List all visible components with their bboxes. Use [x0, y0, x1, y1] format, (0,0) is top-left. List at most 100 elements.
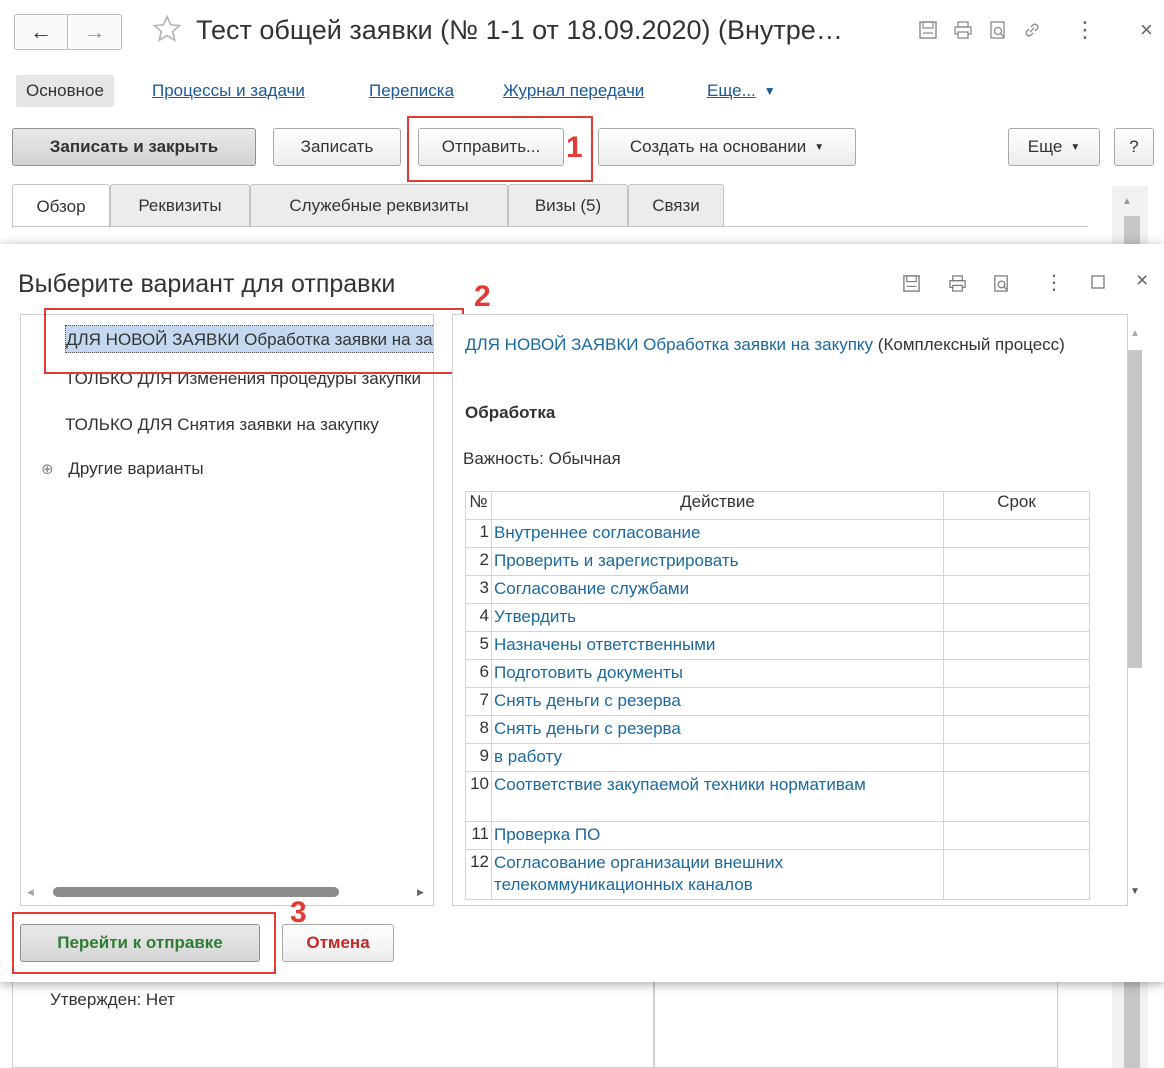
- expand-icon[interactable]: ⊕: [41, 461, 54, 478]
- scroll-down-icon[interactable]: ▼: [1130, 886, 1140, 897]
- table-row: 2 Проверить и зарегистрировать: [465, 547, 1090, 576]
- close-window-icon[interactable]: ×: [1140, 19, 1153, 41]
- variants-list[interactable]: ДЛЯ НОВОЙ ЗАЯВКИ Обработка заявки на зак…: [20, 314, 434, 906]
- subnav-main[interactable]: Основное: [16, 75, 114, 107]
- scroll-left-icon[interactable]: ◀: [27, 887, 34, 898]
- scroll-up-icon[interactable]: ▲: [1122, 196, 1132, 207]
- forward-button[interactable]: →: [68, 14, 122, 50]
- link-icon[interactable]: [1022, 20, 1042, 40]
- table-header-row: № Действие Срок: [465, 491, 1090, 520]
- create-based-on-label: Создать на основании: [629, 137, 807, 156]
- process-link[interactable]: ДЛЯ НОВОЙ ЗАЯВКИ Обработка заявки на зак…: [465, 335, 873, 354]
- cancel-label: Отмена: [306, 933, 370, 952]
- create-based-on-button[interactable]: Создать на основании ▼: [598, 128, 856, 166]
- row-term: [943, 659, 1090, 688]
- row-number: 8: [465, 715, 492, 744]
- subnav-correspondence[interactable]: Переписка: [369, 81, 454, 101]
- dropdown-arrow-icon: ▼: [763, 84, 776, 98]
- row-number: 10: [465, 771, 492, 822]
- marker-1: 1: [566, 131, 583, 164]
- tab-service-details[interactable]: Служебные реквизиты: [250, 184, 508, 226]
- row-number: 3: [465, 575, 492, 604]
- table-row: 6 Подготовить документы: [465, 659, 1090, 688]
- process-type: (Комплексный процесс): [877, 335, 1065, 354]
- row-action-link[interactable]: Согласование службами: [491, 575, 944, 604]
- save-icon[interactable]: [902, 274, 921, 293]
- horizontal-scrollbar[interactable]: [39, 887, 419, 897]
- dialog-close-icon[interactable]: ×: [1136, 270, 1148, 291]
- importance: Важность: Обычная: [463, 449, 621, 468]
- print-icon[interactable]: [953, 20, 973, 40]
- section-title: Обработка: [465, 403, 556, 422]
- print-icon[interactable]: [948, 274, 967, 293]
- header-action: Действие: [491, 491, 944, 520]
- maximize-icon[interactable]: [1090, 274, 1106, 290]
- window-title: Тест общей заявки (№ 1-1 от 18.09.2020) …: [196, 15, 843, 45]
- help-button[interactable]: ?: [1114, 128, 1154, 166]
- preview-icon[interactable]: [988, 20, 1008, 40]
- row-action-link[interactable]: Снять деньги с резерва: [491, 687, 944, 716]
- highlight-variant: [44, 308, 464, 374]
- save-button[interactable]: Записать: [273, 128, 401, 166]
- scroll-up-icon[interactable]: ▲: [1130, 328, 1140, 339]
- row-number: 7: [465, 687, 492, 716]
- arrow-left-icon: ←: [30, 19, 52, 44]
- row-term: [943, 743, 1090, 772]
- send-variant-dialog: Выберите вариант для отправки 2 ⋮ × ДЛЯ …: [0, 244, 1164, 982]
- subnav-transfer-log[interactable]: Журнал передачи: [503, 81, 644, 101]
- dialog-title: Выберите вариант для отправки: [18, 270, 396, 298]
- row-term: [943, 771, 1090, 822]
- row-term: [943, 575, 1090, 604]
- marker-3: 3: [290, 896, 307, 929]
- row-action-link[interactable]: Проверить и зарегистрировать: [491, 547, 944, 576]
- table-row: 9в работу: [465, 743, 1090, 772]
- variant-other[interactable]: ⊕ Другие варианты: [41, 455, 204, 483]
- more-actions-button[interactable]: Еще ▼: [1008, 128, 1100, 166]
- row-action-link[interactable]: Подготовить документы: [491, 659, 944, 688]
- row-action-link[interactable]: Снять деньги с резерва: [491, 715, 944, 744]
- variant-cancel-request[interactable]: ТОЛЬКО ДЛЯ Снятия заявки на закупку: [65, 411, 379, 439]
- tab-visas[interactable]: Визы (5): [508, 184, 628, 226]
- row-term: [943, 519, 1090, 548]
- marker-2: 2: [474, 280, 491, 313]
- cancel-button[interactable]: Отмена: [282, 924, 394, 962]
- row-number: 6: [465, 659, 492, 688]
- row-term: [943, 687, 1090, 716]
- row-term: [943, 821, 1090, 850]
- row-action-link[interactable]: Согласование организации внешних телеком…: [491, 849, 944, 900]
- subnav-processes[interactable]: Процессы и задачи: [152, 81, 305, 101]
- vertical-scroll-thumb[interactable]: [1128, 350, 1142, 668]
- row-action-link[interactable]: Соответствие закупаемой техники норматив…: [491, 771, 944, 822]
- table-row: 10 Соответствие закупаемой техники нормат…: [465, 771, 1090, 822]
- tab-details[interactable]: Реквизиты: [110, 184, 250, 226]
- save-icon[interactable]: [918, 20, 938, 40]
- subnav-more[interactable]: Еще...: [707, 81, 756, 101]
- table-row: 1 Внутреннее согласование: [465, 519, 1090, 548]
- save-and-close-button[interactable]: Записать и закрыть: [12, 128, 256, 166]
- scroll-right-icon[interactable]: ▶: [417, 887, 424, 898]
- favorite-star-icon[interactable]: [152, 14, 182, 44]
- more-actions-label: Еще: [1027, 137, 1063, 156]
- more-icon[interactable]: ⋮: [1074, 19, 1096, 41]
- arrow-right-icon: →: [83, 19, 106, 44]
- row-action-link[interactable]: Утвердить: [491, 603, 944, 632]
- dialog-more-icon[interactable]: ⋮: [1044, 273, 1064, 293]
- variant-details: ДЛЯ НОВОЙ ЗАЯВКИ Обработка заявки на зак…: [452, 314, 1128, 906]
- row-term: [943, 849, 1090, 900]
- table-row: 7 Снять деньги с резерва: [465, 687, 1090, 716]
- back-button[interactable]: ←: [14, 14, 68, 50]
- row-action-link[interactable]: Проверка ПО: [491, 821, 944, 850]
- table-row: 11 Проверка ПО: [465, 821, 1090, 850]
- header-term: Срок: [943, 491, 1090, 520]
- form-scroll-thumb-lower[interactable]: [1124, 982, 1140, 1068]
- tab-underline: [12, 226, 1088, 227]
- form-scroll-thumb[interactable]: [1124, 216, 1140, 244]
- header-number: №: [465, 491, 492, 520]
- row-action-link[interactable]: Назначены ответственными: [491, 631, 944, 660]
- tab-overview[interactable]: Обзор: [12, 184, 110, 228]
- preview-icon[interactable]: [992, 274, 1011, 293]
- row-action-link[interactable]: Внутреннее согласование: [491, 519, 944, 548]
- row-action-link[interactable]: в работу: [491, 743, 944, 772]
- row-number: 5: [465, 631, 492, 660]
- tab-links[interactable]: Связи: [628, 184, 724, 226]
